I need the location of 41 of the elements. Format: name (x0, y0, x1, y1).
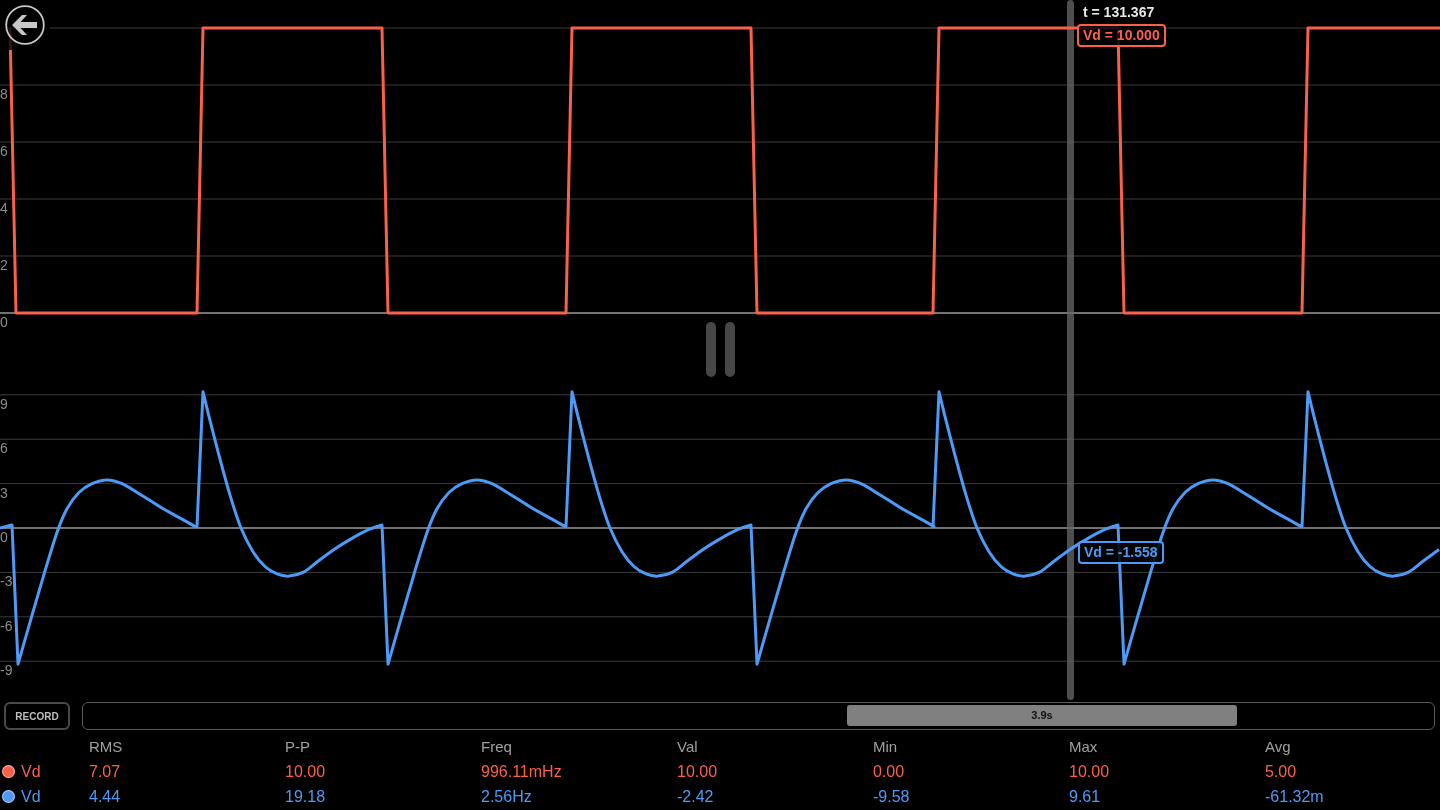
channel-name: Vd (21, 761, 41, 782)
cursor-readout: Vd = 10.000 (1077, 24, 1166, 47)
channel-name: Vd (21, 786, 41, 807)
axis-tick-label: 3 (0, 484, 8, 501)
stats-column-header: P-P (285, 737, 311, 757)
axis-tick-label: 0 (0, 529, 8, 545)
stat-value: 10.00 (1069, 761, 1110, 782)
stat-value: 0.00 (873, 761, 905, 782)
axis-tick-label: 8 (0, 86, 8, 102)
stat-value: 5.00 (1265, 761, 1297, 782)
record-button[interactable]: RECORD (4, 702, 70, 730)
axis-tick-label: -3 (0, 573, 13, 590)
stats-column-header: Min (873, 737, 899, 757)
stat-value: 4.44 (89, 786, 121, 807)
axis-tick-label: -6 (0, 617, 13, 634)
axis-tick-label: 2 (0, 257, 8, 273)
axis-tick-label: 6 (0, 143, 8, 159)
cursor-readout: Vd = -1.558 (1078, 541, 1164, 564)
timeline-window-thumb[interactable]: 3.9s (847, 705, 1237, 726)
axis-tick-label: 0 (0, 314, 8, 330)
stat-value: -61.32m (1265, 786, 1324, 807)
stat-value: -2.42 (677, 786, 714, 807)
stat-value: 19.18 (285, 786, 326, 807)
stat-value: 9.61 (1069, 786, 1101, 807)
stat-value: 2.56Hz (481, 786, 532, 807)
axis-tick-label: 9 (0, 395, 8, 412)
stats-column-header: Avg (1265, 737, 1292, 757)
stats-column-header: RMS (89, 737, 124, 757)
axis-tick-label: 4 (0, 200, 8, 216)
timeline-track[interactable]: 3.9s (82, 702, 1435, 730)
axis-tick-label: 6 (0, 440, 8, 457)
stats-column-header: Freq (481, 737, 513, 757)
cursor-time-label: t = 131.367 (1083, 4, 1155, 20)
axis-tick-label: -9 (0, 662, 13, 679)
stat-value: 10.00 (677, 761, 718, 782)
stats-column-header: Max (1069, 737, 1099, 757)
stat-value: -9.58 (873, 786, 910, 807)
stats-column-header: Val (677, 737, 699, 757)
stat-value: 10.00 (285, 761, 326, 782)
stat-value: 7.07 (89, 761, 121, 782)
stat-value: 996.11mHz (481, 761, 562, 782)
